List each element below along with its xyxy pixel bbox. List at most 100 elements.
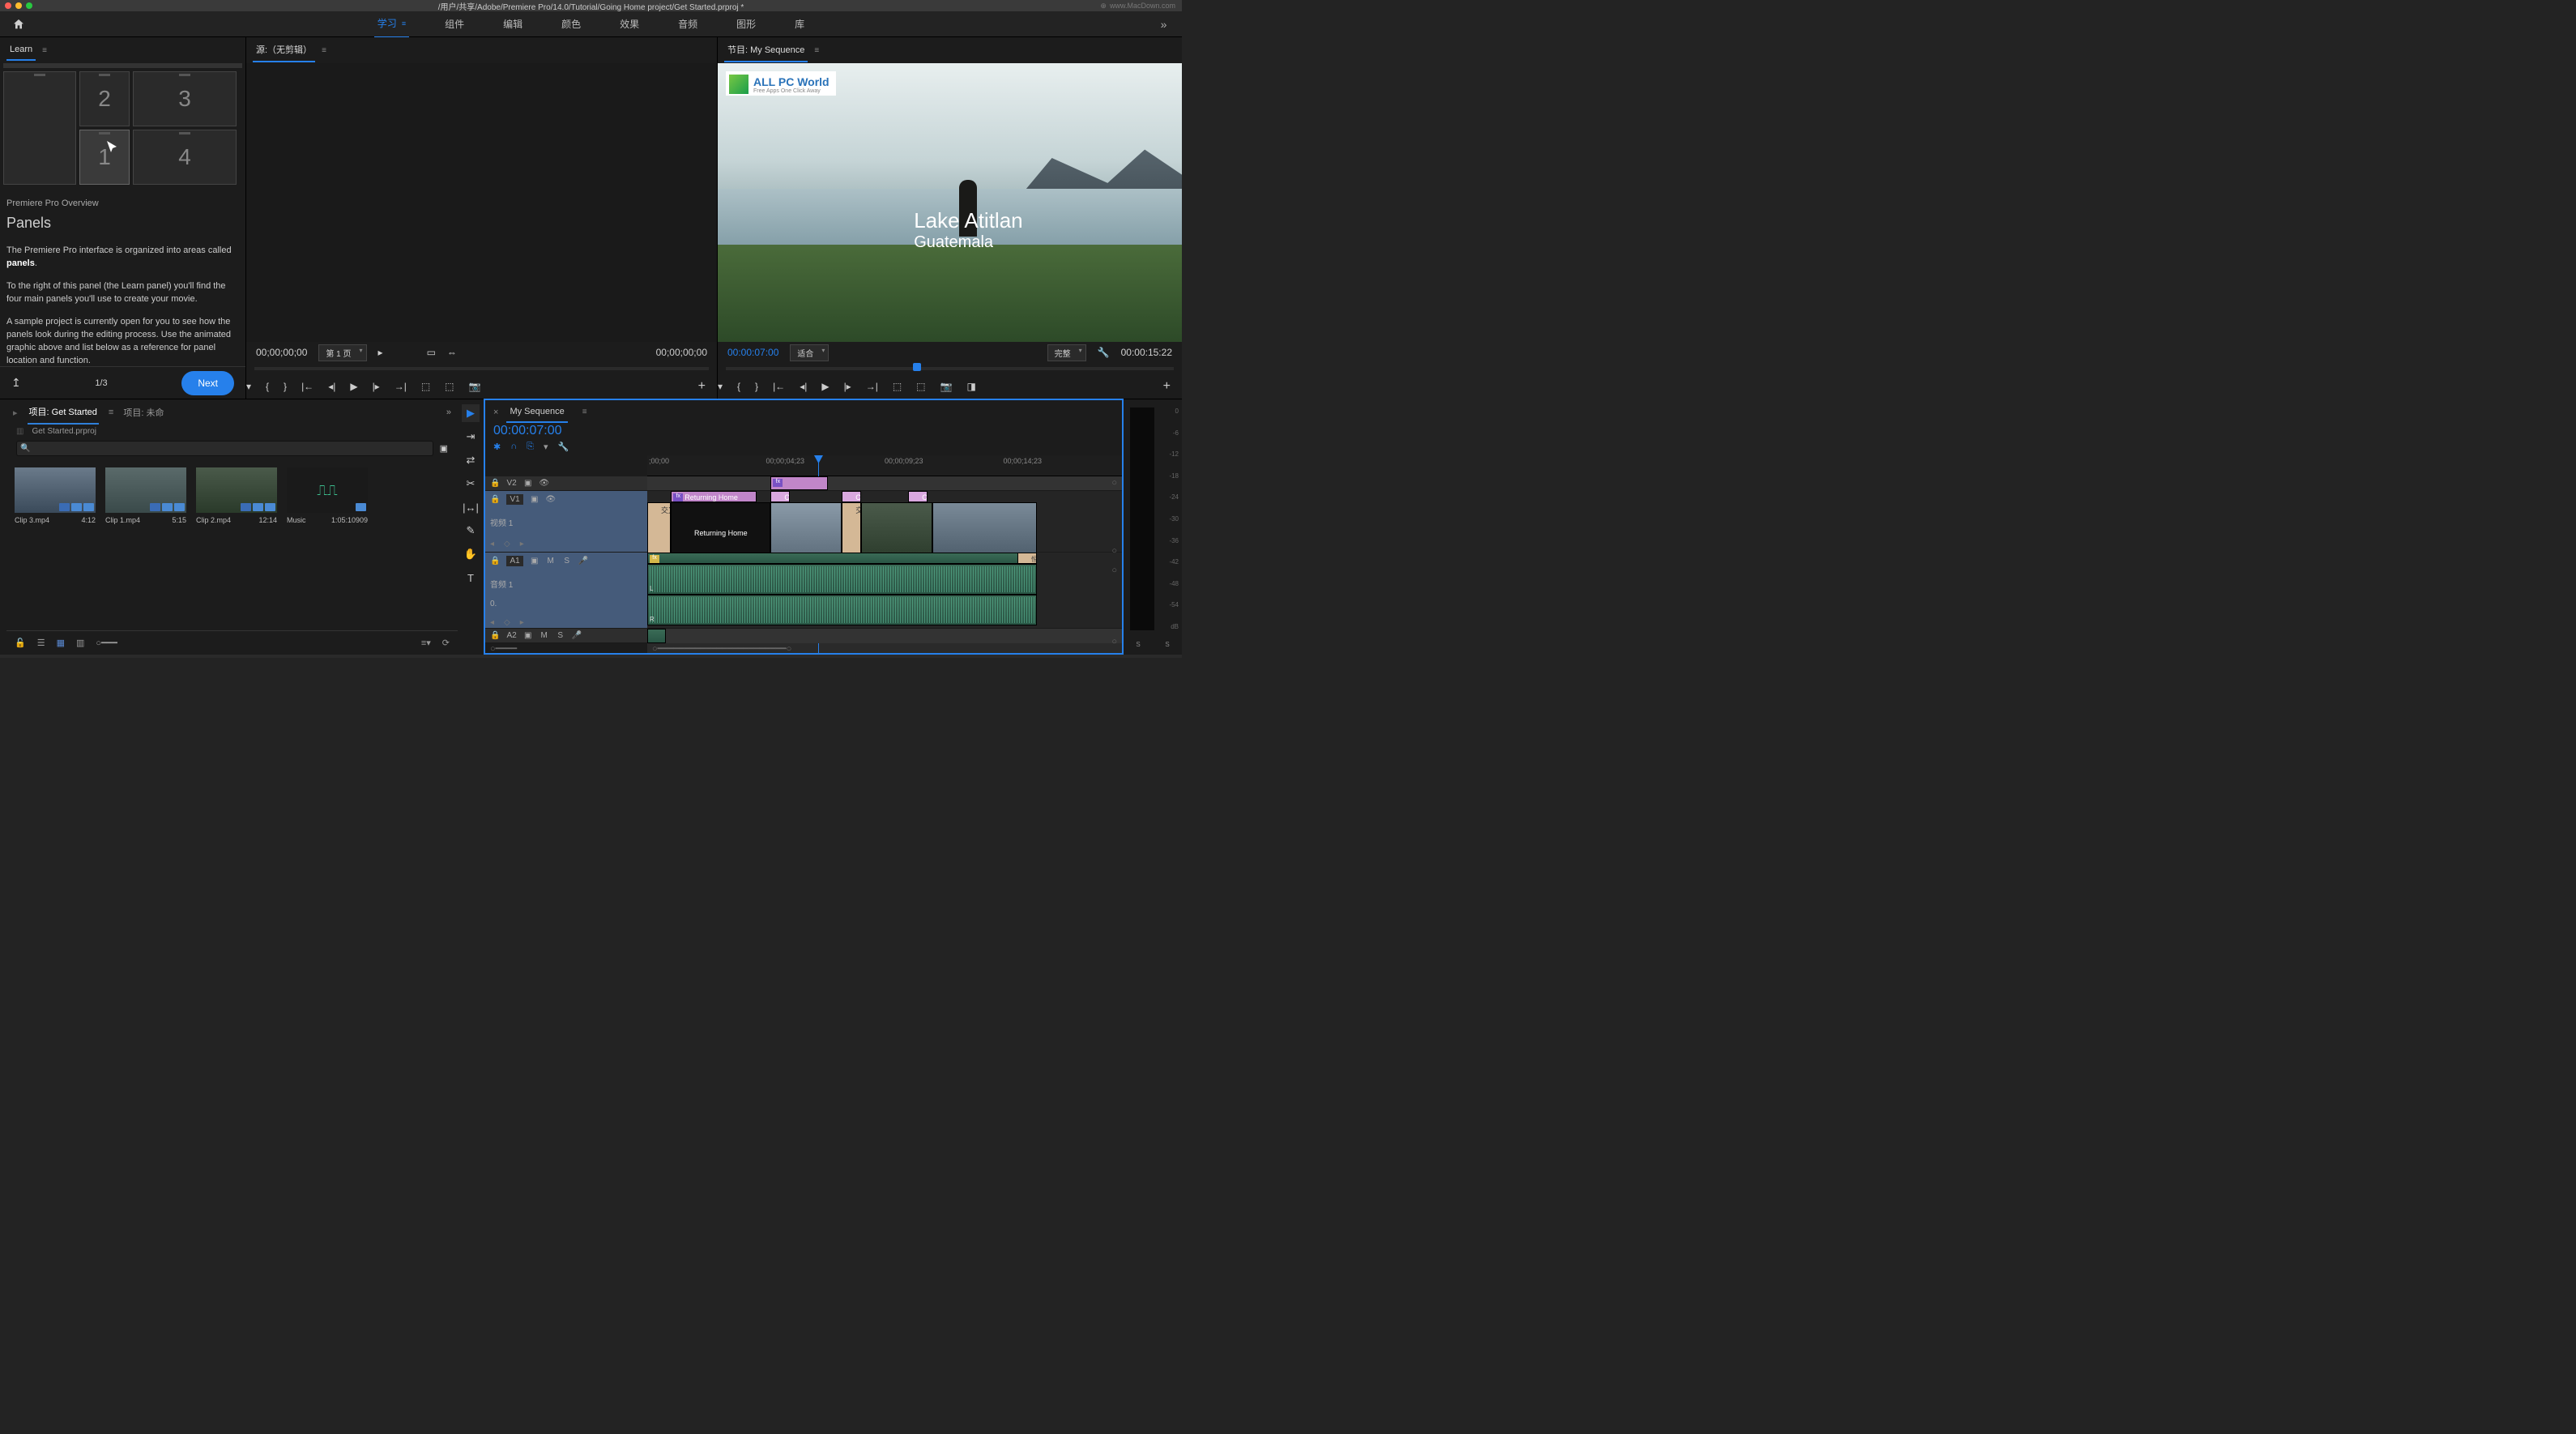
lock-icon[interactable]: 🔒 xyxy=(490,479,500,488)
eye-icon[interactable]: 👁 xyxy=(540,479,549,489)
close-icon[interactable] xyxy=(5,2,11,9)
lock-icon[interactable]: 🔒 xyxy=(490,495,500,504)
clip-a1-right[interactable]: R xyxy=(647,595,1037,625)
freeform-view-icon[interactable]: ▥ xyxy=(76,638,84,648)
next-button[interactable]: Next xyxy=(181,371,234,395)
timeline-timecode[interactable]: 00:00:07:00 xyxy=(485,424,1122,438)
workspace-assembly[interactable]: 组件 xyxy=(441,10,467,38)
step-back-icon[interactable]: ◂| xyxy=(800,381,807,392)
playhead-icon[interactable] xyxy=(913,363,921,371)
time-ruler[interactable]: ;00;00 00;00;04;23 00;00;09;23 00;00;14;… xyxy=(647,455,1122,476)
ripple-tool-icon[interactable]: ⇄ xyxy=(462,451,480,469)
step-fwd-icon[interactable]: |▸ xyxy=(373,381,380,392)
workspace-graphics[interactable]: 图形 xyxy=(733,10,759,38)
automate-icon[interactable]: ⟳ xyxy=(442,638,450,648)
type-tool-icon[interactable]: T xyxy=(462,569,480,587)
razor-tool-icon[interactable]: ✂ xyxy=(462,475,480,493)
track-toggle-icon[interactable]: ○ xyxy=(1111,565,1117,575)
panel-menu-icon[interactable]: ≡ xyxy=(322,46,326,55)
track-select-tool-icon[interactable]: ⇥ xyxy=(462,428,480,446)
settings-icon[interactable]: 🔧 xyxy=(557,442,569,452)
project-item[interactable]: ⎍⎍ Music1:05:10909 xyxy=(287,467,368,524)
lock-icon[interactable]: 🔒 xyxy=(490,557,500,565)
program-scrubber[interactable] xyxy=(718,363,1182,374)
output-icon[interactable]: ⇔ xyxy=(447,347,457,358)
clip-text-3[interactable]: Clip 3 xyxy=(842,491,860,502)
clip-returning-home-title[interactable]: fxReturning Home xyxy=(671,491,756,502)
go-out-icon[interactable]: →| xyxy=(866,381,878,392)
maximize-icon[interactable] xyxy=(26,2,32,9)
snap-icon[interactable]: ✱ xyxy=(493,442,501,452)
play-icon[interactable]: ▶ xyxy=(821,381,829,392)
overwrite-icon[interactable]: ⬚ xyxy=(445,381,454,392)
close-tab-icon[interactable]: × xyxy=(493,408,498,417)
sort-icon[interactable]: ≡▾ xyxy=(421,638,431,648)
up-arrow-icon[interactable]: ↥ xyxy=(11,376,21,390)
source-tab[interactable]: 源:（无剪辑） xyxy=(253,38,315,62)
new-bin-icon[interactable]: ▣ xyxy=(440,443,448,454)
bin-icon[interactable]: ▸ xyxy=(13,408,18,418)
step-fwd-icon[interactable]: |▸ xyxy=(844,381,851,392)
lock-icon[interactable]: 🔒 xyxy=(490,631,500,640)
bracket-out-icon[interactable]: } xyxy=(284,381,287,392)
project-item[interactable]: Clip 1.mp45:15 xyxy=(105,467,186,524)
bracket-out-icon[interactable]: } xyxy=(755,381,758,392)
source-viewport[interactable] xyxy=(246,63,717,342)
mic-icon[interactable]: 🎤 xyxy=(578,557,588,566)
magnet-icon[interactable]: ∩ xyxy=(510,442,517,452)
insert-icon[interactable]: ⬚ xyxy=(421,381,430,392)
program-tc-current[interactable]: 00:00:07:00 xyxy=(727,347,778,358)
prev-kf-icon[interactable]: ◂ xyxy=(490,540,494,548)
bracket-in-icon[interactable]: { xyxy=(266,381,269,392)
track-toggle-icon[interactable]: ○ xyxy=(1111,546,1117,556)
project-item[interactable]: Clip 2.mp412:14 xyxy=(196,467,277,524)
export-frame-icon[interactable]: 📷 xyxy=(469,381,481,392)
zoom-handle[interactable]: ○━━━━ xyxy=(490,643,517,654)
panel-menu-icon[interactable]: ≡ xyxy=(582,408,587,416)
clip-a2[interactable] xyxy=(647,629,666,643)
home-button[interactable] xyxy=(0,18,36,31)
panel-menu-icon[interactable]: ≡ xyxy=(814,46,819,55)
clip-v2-title[interactable]: fx xyxy=(770,476,827,490)
minimize-icon[interactable] xyxy=(15,2,22,9)
clip-text-1[interactable]: Clip 1 xyxy=(770,491,789,502)
clip-a1-left[interactable]: L xyxy=(647,564,1037,595)
workspace-editing[interactable]: 编辑 xyxy=(500,10,526,38)
program-tab[interactable]: 节目: My Sequence xyxy=(724,38,808,62)
bin-back-icon[interactable]: ▥ xyxy=(16,427,23,436)
mark-icon[interactable]: ▾ xyxy=(718,381,723,392)
step-back-icon[interactable]: ◂| xyxy=(328,381,335,392)
bracket-in-icon[interactable]: { xyxy=(737,381,740,392)
marker-icon[interactable]: ▾ xyxy=(544,442,548,452)
workspace-libraries[interactable]: 库 xyxy=(791,10,808,38)
go-in-icon[interactable]: |← xyxy=(301,381,313,392)
go-in-icon[interactable]: |← xyxy=(773,381,785,392)
add-kf-icon[interactable]: ◇ xyxy=(504,540,510,548)
slip-tool-icon[interactable]: |↔| xyxy=(462,498,480,516)
audio-transition[interactable]: 恒定功 xyxy=(1017,553,1036,564)
linked-sel-icon[interactable]: ⎘ xyxy=(527,442,534,452)
clip-text-2[interactable]: Clip 2 xyxy=(908,491,927,502)
quality-select[interactable]: 完整 xyxy=(1047,344,1086,361)
traffic-lights[interactable] xyxy=(0,2,32,9)
target-icon[interactable]: ▣ xyxy=(530,557,540,566)
go-out-icon[interactable]: →| xyxy=(395,381,407,392)
mark-in-icon[interactable]: ▾ xyxy=(246,381,251,392)
workspace-audio[interactable]: 音频 xyxy=(675,10,701,38)
track-toggle-icon[interactable]: ○ xyxy=(1111,478,1117,488)
target-icon[interactable]: ▣ xyxy=(523,479,533,489)
source-scrubber[interactable] xyxy=(246,363,717,374)
project-tab-active[interactable]: 项目: Get Started xyxy=(28,400,99,425)
lock-icon[interactable]: 🔓 xyxy=(15,638,26,648)
workspace-overflow[interactable]: » xyxy=(1145,18,1182,31)
timeline-tab[interactable]: My Sequence xyxy=(506,402,567,423)
mic-icon[interactable]: 🎤 xyxy=(572,631,582,641)
icon-view-icon[interactable]: ▦ xyxy=(57,638,65,648)
track-toggle-icon[interactable]: ○ xyxy=(1111,637,1117,647)
zoom-slider[interactable]: ○━━━ xyxy=(96,638,117,648)
source-page-select[interactable]: 第 1 页 xyxy=(318,344,366,361)
list-view-icon[interactable]: ☰ xyxy=(37,638,45,648)
panel-menu-icon[interactable]: ≡ xyxy=(109,408,113,417)
play-small-icon[interactable]: ▸ xyxy=(378,347,383,358)
overflow-icon[interactable]: » xyxy=(446,408,451,417)
